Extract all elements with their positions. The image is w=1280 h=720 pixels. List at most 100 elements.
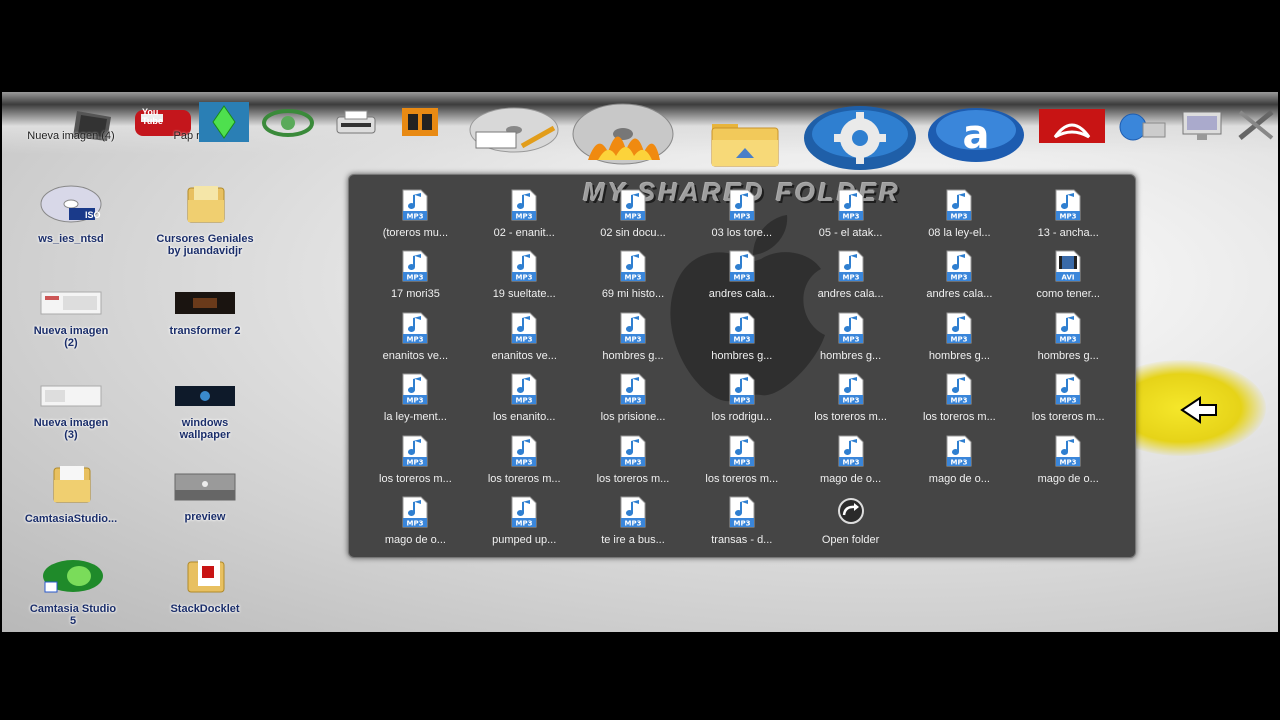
stack-file-item[interactable]: AVI como tener...	[1014, 250, 1123, 311]
dock-item-monitor[interactable]	[1174, 108, 1230, 142]
mp3-badge-text: MP3	[951, 397, 968, 405]
stack-file-item[interactable]: MP3 enanitos ve...	[470, 312, 579, 373]
stack-file-item[interactable]: MP3 05 - el atak...	[796, 189, 905, 250]
mp3-badge-text: MP3	[407, 519, 424, 527]
open-folder-button[interactable]: Open folder	[796, 496, 905, 557]
desktop-icon-stackdocklet[interactable]: StackDocklet	[140, 558, 270, 615]
mp3-file-icon: MP3	[729, 435, 755, 467]
dock-item-office[interactable]	[394, 104, 446, 140]
stack-file-label: los toreros m...	[705, 472, 779, 485]
dock-item-tools[interactable]	[1234, 108, 1278, 142]
mp3-file-icon: MP3	[511, 189, 537, 221]
tools-icon	[1238, 110, 1274, 140]
mp3-badge-text: MP3	[733, 519, 750, 527]
dock-item-acrobat[interactable]	[1036, 106, 1108, 146]
mp3-badge-text: MP3	[842, 458, 859, 466]
stack-file-item[interactable]: MP3 los toreros m...	[361, 435, 470, 496]
stack-file-item[interactable]: MP3 hombres g...	[579, 312, 688, 373]
desktop-icon-cursores-geniales[interactable]: Cursores Geniales by juandavidjr	[140, 184, 270, 257]
dock-item-shared-folder[interactable]	[702, 114, 788, 168]
stack-file-item[interactable]: MP3 hombres g...	[796, 312, 905, 373]
stack-file-item[interactable]: MP3 08 la ley-el...	[905, 189, 1014, 250]
mp3-file-icon: MP3	[838, 373, 864, 405]
stack-file-item[interactable]: MP3 pumped up...	[470, 496, 579, 557]
stack-file-item[interactable]: MP3 hombres g...	[687, 312, 796, 373]
mp3-file-icon: MP3	[620, 189, 646, 221]
desktop-icon-nueva-imagen-3[interactable]: Nueva imagen (3)	[6, 384, 136, 441]
stack-file-item[interactable]: MP3 hombres g...	[905, 312, 1014, 373]
dock-item-amazon[interactable]: a	[926, 106, 1026, 164]
stack-file-label: transas - d...	[711, 533, 773, 546]
stack-file-label: hombres g...	[602, 349, 664, 362]
stack-file-item[interactable]: MP3 02 - enanit...	[470, 189, 579, 250]
stack-file-label: mago de o...	[384, 533, 446, 546]
stack-file-item[interactable]: MP3 transas - d...	[687, 496, 796, 557]
dock-item-alienware[interactable]	[260, 106, 316, 140]
stack-file-item[interactable]: MP3 los toreros m...	[796, 373, 905, 434]
dock-label-nueva-imagen-4: Nueva imagen (4)	[27, 130, 115, 142]
stack-file-item[interactable]: MP3 andres cala...	[905, 250, 1014, 311]
desktop-icon-nueva-imagen-2[interactable]: Nueva imagen (2)	[6, 290, 136, 349]
stack-file-item[interactable]: MP3 hombres g...	[1014, 312, 1123, 373]
alien-swirl-icon	[262, 109, 314, 137]
stack-file-item[interactable]: MP3 17 mori35	[361, 250, 470, 311]
stack-file-item[interactable]: MP3 los rodrigu...	[687, 373, 796, 434]
desktop-icon-windows-wallpaper[interactable]: windows wallpaper	[140, 384, 270, 441]
stack-file-item[interactable]: MP3 02 sin docu...	[579, 189, 688, 250]
stack-file-label: hombres g...	[928, 349, 990, 362]
stack-file-item[interactable]: MP3 03 los tore...	[687, 189, 796, 250]
desktop-icon-label: StackDocklet	[170, 603, 240, 615]
dock-item-sims[interactable]	[196, 102, 252, 142]
stack-file-item[interactable]: MP3 los toreros m...	[1014, 373, 1123, 434]
desktop-icon-ws-ies-ntsd[interactable]: ISO ws_ies_ntsd	[6, 184, 136, 245]
desktop-icon-preview[interactable]: preview	[140, 472, 270, 523]
stack-file-item[interactable]: MP3 la ley-ment...	[361, 373, 470, 434]
mp3-file-icon: MP3	[402, 373, 428, 405]
stack-file-label: mago de o...	[820, 472, 882, 485]
stack-file-item[interactable]: MP3 los toreros m...	[470, 435, 579, 496]
stack-file-item[interactable]: MP3 los toreros m...	[687, 435, 796, 496]
stack-file-item[interactable]: MP3 mago de o...	[1014, 435, 1123, 496]
stack-file-item[interactable]: MP3 los toreros m...	[579, 435, 688, 496]
desktop-icon-camtasiastudio-folder[interactable]: CamtasiaStudio...	[6, 464, 136, 525]
stack-file-item[interactable]: MP3 enanitos ve...	[361, 312, 470, 373]
stack-file-label: los toreros m...	[923, 411, 996, 424]
mp3-badge-text: MP3	[516, 397, 533, 405]
mp3-badge-text: MP3	[842, 335, 859, 343]
stack-file-item[interactable]: MP3 andres cala...	[796, 250, 905, 311]
mp3-badge-text: MP3	[625, 397, 642, 405]
image-thumbnail-icon	[40, 385, 102, 407]
stack-file-item[interactable]: MP3 (toreros mu...	[361, 189, 470, 250]
stack-file-item[interactable]: MP3 13 - ancha...	[1014, 189, 1123, 250]
stack-file-item[interactable]: MP3 mago de o...	[905, 435, 1014, 496]
stack-file-item[interactable]: MP3 los toreros m...	[905, 373, 1014, 434]
desktop-icon-transformer-2[interactable]: transformer 2	[140, 290, 270, 337]
mp3-file-icon: MP3	[838, 435, 864, 467]
stack-file-item[interactable]: MP3 mago de o...	[361, 496, 470, 557]
stack-file-item[interactable]: MP3 los prisione...	[579, 373, 688, 434]
stack-file-label: como tener...	[1036, 288, 1100, 301]
mp3-file-icon: MP3	[402, 435, 428, 467]
dock-item-cd-writer[interactable]	[462, 106, 562, 158]
stack-file-label: los rodrigu...	[711, 411, 773, 424]
dock-item-settings[interactable]	[802, 104, 918, 172]
folder-icon	[53, 466, 91, 503]
stack-file-item[interactable]: MP3 los enanito...	[470, 373, 579, 434]
dock-item-printer[interactable]	[328, 106, 384, 140]
preview-thumbnail-icon	[174, 473, 236, 501]
dock-item-network[interactable]	[1110, 110, 1170, 144]
pdf-folder-icon	[187, 560, 225, 593]
stack-file-item[interactable]: MP3 19 sueltate...	[470, 250, 579, 311]
mp3-file-icon: MP3	[729, 250, 755, 282]
desktop-icon-label: CamtasiaStudio...	[24, 513, 118, 525]
office-logo-icon	[402, 108, 438, 136]
stack-file-label: 02 sin docu...	[600, 227, 666, 239]
dock-item-fire-burner[interactable]	[568, 102, 678, 166]
stack-file-item[interactable]: MP3 andres cala...	[687, 250, 796, 311]
stack-file-label: mago de o...	[1037, 472, 1099, 485]
desktop-icon-camtasia-studio-5[interactable]: Camtasia Studio 5	[8, 558, 138, 627]
stack-file-item[interactable]: MP3 te ire a bus...	[579, 496, 688, 557]
stack-file-label: hombres g...	[1037, 349, 1099, 362]
stack-file-item[interactable]: MP3 69 mi histo...	[579, 250, 688, 311]
stack-file-item[interactable]: MP3 mago de o...	[796, 435, 905, 496]
